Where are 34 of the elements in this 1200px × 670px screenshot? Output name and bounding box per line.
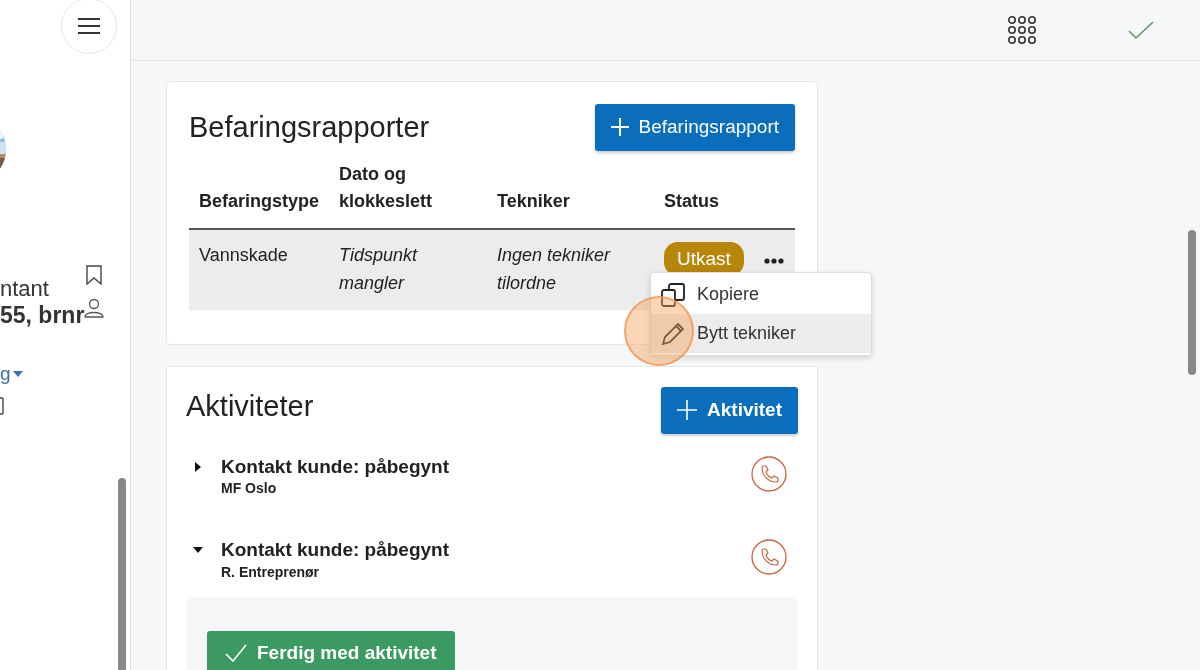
subtitle-text: ntant xyxy=(0,275,49,303)
menu-icon xyxy=(77,17,101,35)
activity-subtitle: R. Entreprenør xyxy=(221,563,320,583)
add-report-button[interactable]: Befaringsrapport xyxy=(594,104,795,151)
check-icon[interactable] xyxy=(1128,20,1154,40)
more-icon[interactable] xyxy=(763,257,784,264)
add-activity-button[interactable]: Aktivitet xyxy=(661,387,798,434)
menu-item[interactable]: Bytt tekniker xyxy=(650,314,871,354)
caret-icon[interactable] xyxy=(193,461,203,472)
scrollbar[interactable] xyxy=(118,478,126,670)
bookmark-icon xyxy=(86,265,102,285)
card-title: Aktiviteter xyxy=(186,389,314,425)
apps-grid-icon[interactable] xyxy=(1008,16,1036,44)
activity-title[interactable]: Kontakt kunde: påbegynt xyxy=(221,455,751,479)
check-icon xyxy=(225,644,247,663)
phone-icon[interactable] xyxy=(751,455,787,492)
table-cell: Vannskade xyxy=(189,229,330,311)
dropdown-link[interactable]: g xyxy=(0,360,23,389)
plus-icon xyxy=(677,400,698,421)
activity-title[interactable]: Kontakt kunde: påbegynt xyxy=(221,539,751,563)
checkbox-icon xyxy=(0,397,4,415)
person-icon xyxy=(84,298,104,318)
caret-icon xyxy=(12,371,23,378)
copy-icon xyxy=(660,282,685,307)
plus-icon xyxy=(610,118,629,137)
phone-icon[interactable] xyxy=(751,539,787,576)
activity-subtitle: MF Oslo xyxy=(221,479,278,499)
scrollbar[interactable] xyxy=(1188,230,1196,375)
table-cell: Tidspunkt mangler xyxy=(329,229,488,311)
pencil-icon xyxy=(660,321,685,346)
title-text: 55, brnr xyxy=(0,301,85,330)
card-title: Befaringsrapporter xyxy=(189,110,430,145)
table-cell: Ingen tekniker tilordne xyxy=(487,229,655,311)
done-button[interactable]: Ferdig med aktivitet xyxy=(207,631,455,670)
